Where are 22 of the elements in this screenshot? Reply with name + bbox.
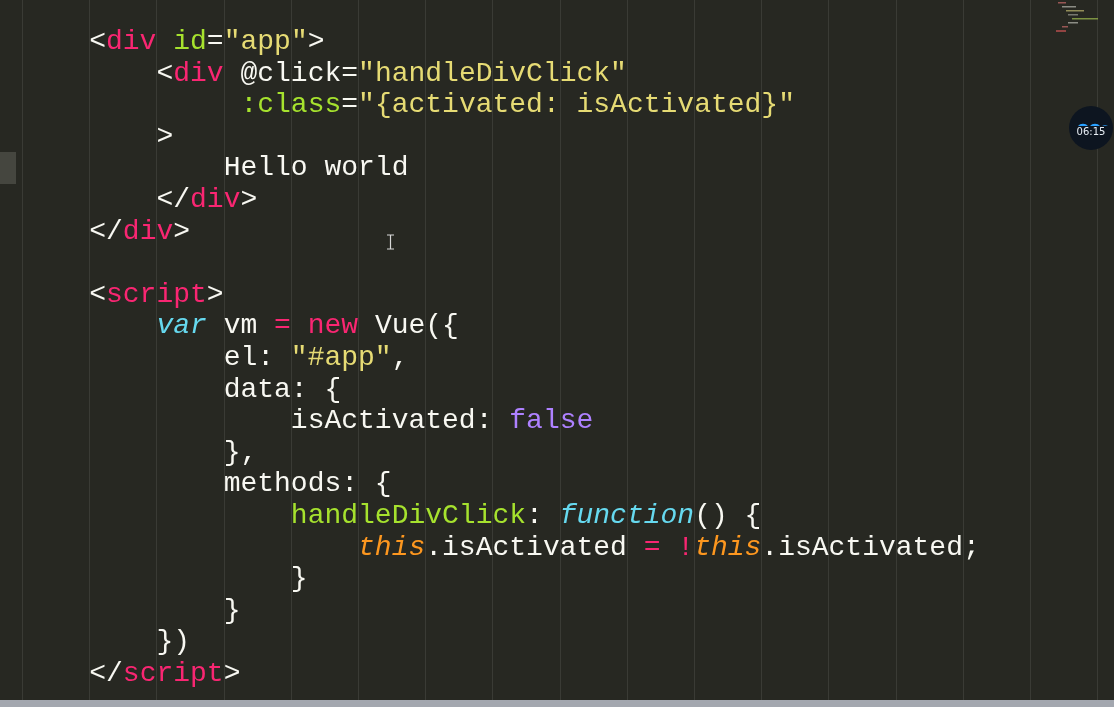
code-line: } (222, 594, 241, 627)
code-line: <div @click="handleDivClick" (155, 57, 627, 90)
code-line: <script> (88, 278, 224, 311)
code-line: this.isActivated = !this.isActivated; (357, 531, 980, 564)
code-line: methods: { (222, 468, 392, 500)
code-line: isActivated: false (289, 405, 594, 437)
code-line: data: { (222, 373, 342, 406)
code-line: }) (155, 626, 191, 658)
code-line: :class="{activated: isActivated}" (239, 89, 795, 121)
code-line: handleDivClick: function() { (289, 499, 762, 532)
text-cursor-icon (386, 234, 395, 250)
code-line: el: "#app", (222, 341, 409, 374)
code-line: Hello world (222, 152, 409, 184)
code-line: </script> (88, 657, 241, 690)
code-line: } (289, 563, 308, 595)
code-line: <div id="app"> (88, 26, 325, 58)
code-line: }, (222, 436, 258, 469)
code-line: </div> (88, 215, 191, 248)
code-line: > (155, 120, 174, 153)
code-line: var vm = new Vue({ (155, 310, 459, 342)
timer-time: 06:15 (1076, 125, 1106, 137)
code-line: </div> (155, 183, 258, 216)
